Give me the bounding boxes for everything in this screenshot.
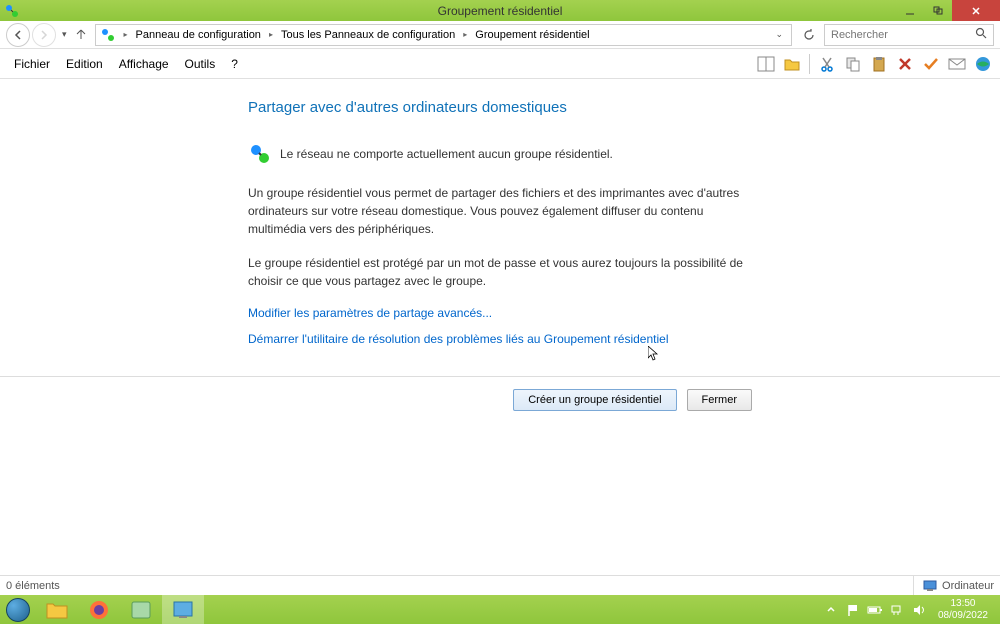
paste-icon[interactable] xyxy=(868,53,890,75)
check-icon[interactable] xyxy=(920,53,942,75)
app-icon xyxy=(4,3,20,19)
forward-button[interactable] xyxy=(32,23,56,47)
status-location: Ordinateur xyxy=(913,576,994,595)
app-icon xyxy=(129,600,153,620)
status-bar: 0 éléments Ordinateur xyxy=(0,575,1000,595)
button-area: Créer un groupe résidentiel Fermer xyxy=(0,376,1000,411)
window-controls xyxy=(896,0,1000,21)
link-sharing-settings[interactable]: Modifier les paramètres de partage avanc… xyxy=(248,306,1000,320)
status-row: Le réseau ne comporte actuellement aucun… xyxy=(248,142,1000,166)
breadcrumb-dropdown[interactable]: ⌄ xyxy=(775,29,783,40)
network-tray-icon[interactable] xyxy=(888,601,906,619)
breadcrumb-item-1[interactable]: Tous les Panneaux de configuration xyxy=(277,29,459,41)
preview-pane-icon[interactable] xyxy=(755,53,777,75)
breadcrumb-sep[interactable]: ▸ xyxy=(459,30,471,39)
menu-bar: Fichier Edition Affichage Outils ? xyxy=(0,49,1000,79)
breadcrumb-sep[interactable]: ▸ xyxy=(120,30,132,39)
mouse-cursor xyxy=(648,346,660,362)
menu-edit[interactable]: Edition xyxy=(58,53,111,75)
delete-icon[interactable] xyxy=(894,53,916,75)
status-text: Le réseau ne comporte actuellement aucun… xyxy=(280,147,613,161)
toolbar xyxy=(755,53,994,75)
menu-file[interactable]: Fichier xyxy=(6,53,58,75)
close-button[interactable] xyxy=(952,0,1000,21)
menu-help[interactable]: ? xyxy=(223,53,246,75)
system-tray: 13:50 08/09/2022 xyxy=(820,598,1000,622)
homegroup-icon xyxy=(100,27,116,43)
taskbar-explorer[interactable] xyxy=(36,595,78,624)
content-area: Partager avec d'autres ordinateurs domes… xyxy=(0,79,1000,346)
menu-view[interactable]: Affichage xyxy=(111,53,177,75)
search-box[interactable] xyxy=(824,24,994,46)
minimize-button[interactable] xyxy=(896,0,924,21)
taskbar-firefox[interactable] xyxy=(78,595,120,624)
page-title: Partager avec d'autres ordinateurs domes… xyxy=(248,99,1000,116)
toolbar-divider xyxy=(809,54,810,74)
para-1: Un groupe résidentiel vous permet de par… xyxy=(248,184,748,238)
status-count: 0 éléments xyxy=(6,580,60,592)
menu-tools[interactable]: Outils xyxy=(177,53,224,75)
para-2: Le groupe résidentiel est protégé par un… xyxy=(248,254,748,290)
start-button[interactable] xyxy=(0,595,36,624)
title-bar: Groupement résidentiel xyxy=(0,0,1000,21)
clock[interactable]: 13:50 08/09/2022 xyxy=(930,598,996,622)
breadcrumb-sep[interactable]: ▸ xyxy=(265,30,277,39)
flag-icon[interactable] xyxy=(844,601,862,619)
refresh-button[interactable] xyxy=(798,24,820,46)
mail-icon[interactable] xyxy=(946,53,968,75)
control-panel-icon xyxy=(171,600,195,620)
folder-icon xyxy=(45,600,69,620)
network-icon xyxy=(248,142,272,166)
tray-expand-icon[interactable] xyxy=(822,601,840,619)
close-dialog-button[interactable]: Fermer xyxy=(687,389,752,411)
maximize-button[interactable] xyxy=(924,0,952,21)
create-homegroup-button[interactable]: Créer un groupe résidentiel xyxy=(513,389,676,411)
up-button[interactable] xyxy=(75,28,87,42)
nav-bar: ▾ ▸ Panneau de configuration ▸ Tous les … xyxy=(0,21,1000,49)
breadcrumb[interactable]: ▸ Panneau de configuration ▸ Tous les Pa… xyxy=(95,24,792,46)
breadcrumb-item-0[interactable]: Panneau de configuration xyxy=(132,29,265,41)
window-title: Groupement résidentiel xyxy=(438,4,563,18)
clock-date: 08/09/2022 xyxy=(938,610,988,622)
volume-icon[interactable] xyxy=(910,601,928,619)
taskbar-control-panel[interactable] xyxy=(162,595,204,624)
computer-icon xyxy=(922,580,938,592)
battery-icon[interactable] xyxy=(866,601,884,619)
back-button[interactable] xyxy=(6,23,30,47)
taskbar-app1[interactable] xyxy=(120,595,162,624)
folder-dropdown-icon[interactable] xyxy=(781,53,803,75)
taskbar: 13:50 08/09/2022 xyxy=(0,595,1000,624)
start-orb-icon xyxy=(6,598,30,622)
history-dropdown[interactable]: ▾ xyxy=(62,29,67,40)
search-icon[interactable] xyxy=(975,27,987,42)
link-troubleshoot[interactable]: Démarrer l'utilitaire de résolution des … xyxy=(248,332,1000,346)
firefox-icon xyxy=(87,600,111,620)
cut-icon[interactable] xyxy=(816,53,838,75)
breadcrumb-item-2[interactable]: Groupement résidentiel xyxy=(471,29,593,41)
copy-icon[interactable] xyxy=(842,53,864,75)
search-input[interactable] xyxy=(831,29,975,41)
clock-time: 13:50 xyxy=(938,598,988,610)
globe-icon[interactable] xyxy=(972,53,994,75)
status-location-text: Ordinateur xyxy=(942,580,994,592)
